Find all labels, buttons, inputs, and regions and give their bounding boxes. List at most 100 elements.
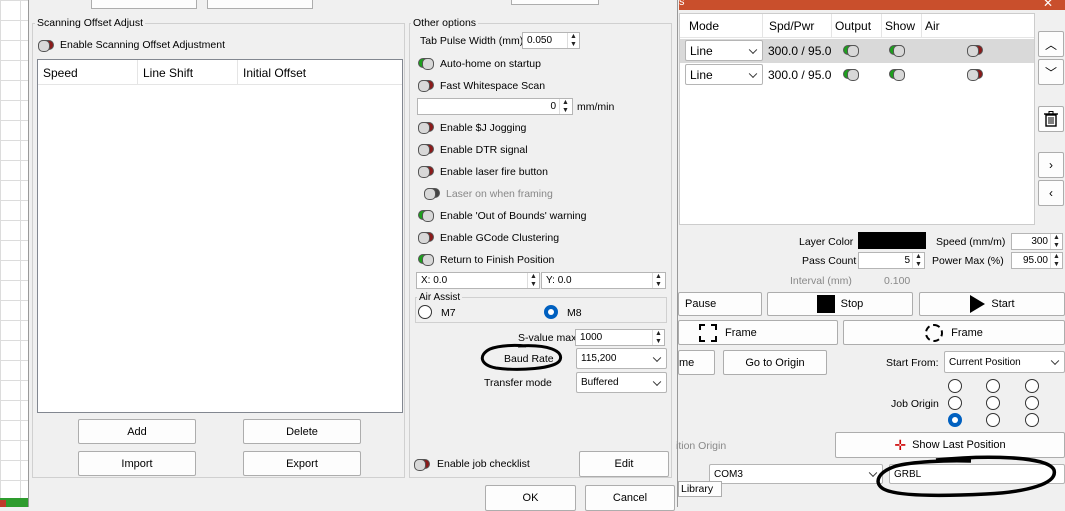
power-max-spinner[interactable]: ▲ ▼ xyxy=(1050,253,1062,268)
use-selection-origin-label: ition Origin xyxy=(676,440,727,452)
chevron-down-icon xyxy=(748,45,758,54)
header-spdpwr[interactable]: Spd/Pwr xyxy=(769,19,814,33)
job-origin-label: Job Origin xyxy=(891,398,939,410)
port-select[interactable]: COM3 xyxy=(709,464,883,484)
delete-button[interactable]: Delete xyxy=(243,419,361,444)
pass-count-value: 5 xyxy=(904,255,910,266)
gcode-clustering-toggle[interactable] xyxy=(418,232,434,244)
m8-radio[interactable] xyxy=(544,305,558,319)
origin-radio-mr[interactable] xyxy=(1025,396,1039,410)
y-spinner[interactable]: ▲ ▼ xyxy=(652,273,664,288)
origin-radio-mc[interactable] xyxy=(986,396,1000,410)
row-show-toggle[interactable] xyxy=(889,69,905,81)
move-down-button[interactable]: ﹀ xyxy=(1038,59,1064,85)
laser-framing-toggle[interactable] xyxy=(424,188,440,200)
stop-button[interactable]: Stop xyxy=(767,292,913,316)
svalue-spinner[interactable]: ▲ ▼ xyxy=(652,330,664,345)
y-position-input[interactable]: Y: 0.0 xyxy=(541,272,666,289)
table-row[interactable]: Line 300.0 / 95.0 xyxy=(680,39,1034,63)
return-finish-toggle[interactable] xyxy=(418,254,434,266)
row-mode-select[interactable]: Line xyxy=(685,64,763,85)
add-button[interactable]: Add xyxy=(78,419,196,444)
speed-spinner[interactable]: ▲ ▼ xyxy=(1050,234,1062,249)
dtr-toggle[interactable] xyxy=(418,144,434,156)
header-show[interactable]: Show xyxy=(885,19,915,33)
chevron-down-icon: ﹀ xyxy=(1044,65,1057,80)
edit-button[interactable]: Edit xyxy=(579,451,669,477)
x-spinner[interactable]: ▲ ▼ xyxy=(527,273,539,288)
library-tab[interactable]: Library xyxy=(678,481,722,497)
fast-whitespace-unit: mm/min xyxy=(577,101,615,113)
job-checklist-toggle[interactable] xyxy=(414,459,430,471)
origin-radio-bc[interactable] xyxy=(986,413,1000,427)
pause-button[interactable]: Pause xyxy=(678,292,762,316)
go-to-origin-button[interactable]: Go to Origin xyxy=(723,350,827,375)
frame-circle-button[interactable]: Frame xyxy=(843,320,1065,345)
export-button[interactable]: Export xyxy=(243,451,361,476)
header-air[interactable]: Air xyxy=(925,19,940,33)
sj-jogging-toggle[interactable] xyxy=(418,122,434,134)
close-icon[interactable]: ✕ xyxy=(1043,0,1053,10)
col-initial-offset-header[interactable]: Initial Offset xyxy=(243,66,306,80)
x-position-input[interactable]: X: 0.0 xyxy=(416,272,540,289)
speed-label: Speed (mm/m) xyxy=(936,236,1006,248)
y-value: 0.0 xyxy=(557,275,572,286)
device-settings-dialog: Scanning Offset Adjust Enable Scanning O… xyxy=(28,0,678,511)
scanning-offset-table[interactable]: Speed Line Shift Initial Offset xyxy=(37,59,403,413)
x-value: 0.0 xyxy=(433,275,448,286)
tab-stub-2[interactable] xyxy=(207,0,313,9)
laser-framing-label: Laser on when framing xyxy=(446,188,553,200)
header-output[interactable]: Output xyxy=(835,19,871,33)
gcode-clustering-label: Enable GCode Clustering xyxy=(440,232,560,244)
delete-layer-button[interactable] xyxy=(1038,106,1064,132)
layers-table[interactable]: Mode Spd/Pwr Output Show Air Line 300.0 … xyxy=(679,13,1035,225)
start-button[interactable]: Start xyxy=(919,292,1065,316)
move-up-button[interactable]: ︿ xyxy=(1038,31,1064,57)
origin-radio-bl[interactable] xyxy=(948,413,962,427)
autohome-toggle[interactable] xyxy=(418,58,434,70)
fast-whitespace-toggle[interactable] xyxy=(418,80,434,92)
oob-warning-toggle[interactable] xyxy=(418,210,434,222)
transfer-mode-select[interactable]: Buffered xyxy=(576,372,667,393)
return-finish-label: Return to Finish Position xyxy=(440,254,555,266)
enable-scanning-offset-toggle[interactable] xyxy=(38,40,54,52)
chevron-down-icon xyxy=(748,69,758,78)
laser-fire-toggle[interactable] xyxy=(418,166,434,178)
row-air-toggle[interactable] xyxy=(967,69,983,81)
m7-radio[interactable] xyxy=(418,305,432,319)
row-air-toggle[interactable] xyxy=(967,45,983,57)
col-line-shift-header[interactable]: Line Shift xyxy=(143,66,193,80)
tab-pulse-spinner[interactable]: ▲ ▼ xyxy=(567,33,579,48)
row-output-toggle[interactable] xyxy=(843,45,859,57)
frame-rect-button[interactable]: Frame xyxy=(678,320,838,345)
frame-rect-icon xyxy=(699,323,717,342)
baud-rate-select[interactable]: 115,200 xyxy=(576,348,667,369)
col-speed-header[interactable]: Speed xyxy=(43,66,78,80)
origin-radio-tl[interactable] xyxy=(948,379,962,393)
expand-right-button[interactable]: › xyxy=(1038,152,1064,178)
ok-button[interactable]: OK xyxy=(485,485,576,511)
expand-left-button[interactable]: ‹ xyxy=(1038,180,1064,206)
origin-radio-br[interactable] xyxy=(1025,413,1039,427)
cancel-button[interactable]: Cancel xyxy=(585,485,675,511)
origin-radio-tc[interactable] xyxy=(986,379,1000,393)
table-row[interactable]: Line 300.0 / 95.0 xyxy=(680,63,1034,87)
tab-stub-3[interactable] xyxy=(511,0,599,5)
fast-whitespace-input[interactable]: 0 xyxy=(417,98,573,115)
row-show-toggle[interactable] xyxy=(889,45,905,57)
start-label: Start xyxy=(991,298,1015,310)
tab-stub-1[interactable] xyxy=(91,0,197,9)
layer-color-swatch[interactable] xyxy=(858,232,926,249)
start-from-select[interactable]: Current Position xyxy=(944,351,1065,373)
origin-radio-tr[interactable] xyxy=(1025,379,1039,393)
layers-header: Mode Spd/Pwr Output Show Air xyxy=(680,14,1034,38)
pass-count-spinner[interactable]: ▲ ▼ xyxy=(912,253,924,268)
row-output-toggle[interactable] xyxy=(843,69,859,81)
import-button[interactable]: Import xyxy=(78,451,196,476)
origin-radio-ml[interactable] xyxy=(948,396,962,410)
header-mode[interactable]: Mode xyxy=(689,19,719,33)
fast-whitespace-spinner[interactable]: ▲ ▼ xyxy=(559,99,571,114)
baud-rate-annotation-circle xyxy=(480,343,563,371)
row-mode-select[interactable]: Line xyxy=(685,40,763,61)
home-button[interactable]: me xyxy=(678,350,715,375)
